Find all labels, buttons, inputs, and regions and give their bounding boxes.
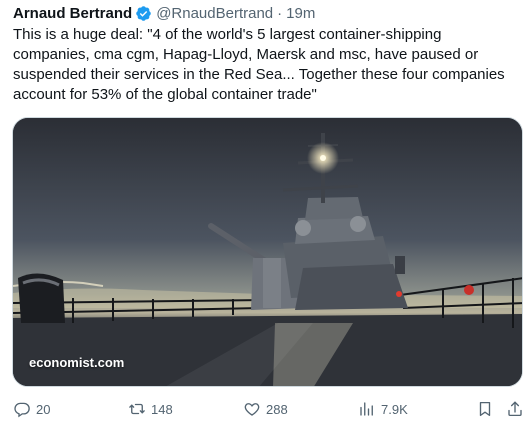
reply-button[interactable]: 20 xyxy=(13,397,50,421)
tweet-header: Arnaud Bertrand @RnaudBertrand · 19m xyxy=(13,3,315,23)
warship-photo xyxy=(13,118,522,386)
timestamp[interactable]: 19m xyxy=(286,5,315,22)
repost-count: 148 xyxy=(151,401,173,417)
share-icon xyxy=(508,401,522,417)
tweet-text: This is a huge deal: "4 of the world's 5… xyxy=(13,26,505,103)
share-button[interactable] xyxy=(506,397,524,421)
author-handle[interactable]: @RnaudBertrand xyxy=(156,5,273,22)
heart-icon xyxy=(244,403,260,416)
views-count: 7.9K xyxy=(381,401,408,417)
tweet-media-image[interactable]: economist.com xyxy=(12,117,523,387)
author-name[interactable]: Arnaud Bertrand xyxy=(13,5,132,22)
reply-icon xyxy=(14,402,30,418)
views-icon xyxy=(360,402,373,416)
like-count: 288 xyxy=(266,401,288,417)
like-button[interactable]: 288 xyxy=(243,397,288,421)
action-bar: 20 148 288 7.9K xyxy=(0,397,524,421)
repost-icon xyxy=(129,403,145,415)
reply-count: 20 xyxy=(36,401,51,417)
bookmark-icon xyxy=(479,401,491,417)
separator-dot: · xyxy=(277,4,283,22)
repost-button[interactable]: 148 xyxy=(128,397,173,421)
views-button[interactable]: 7.9K xyxy=(358,397,408,421)
verified-badge-icon xyxy=(136,5,151,21)
bookmark-button[interactable] xyxy=(476,397,494,421)
media-watermark: economist.com xyxy=(29,355,125,370)
